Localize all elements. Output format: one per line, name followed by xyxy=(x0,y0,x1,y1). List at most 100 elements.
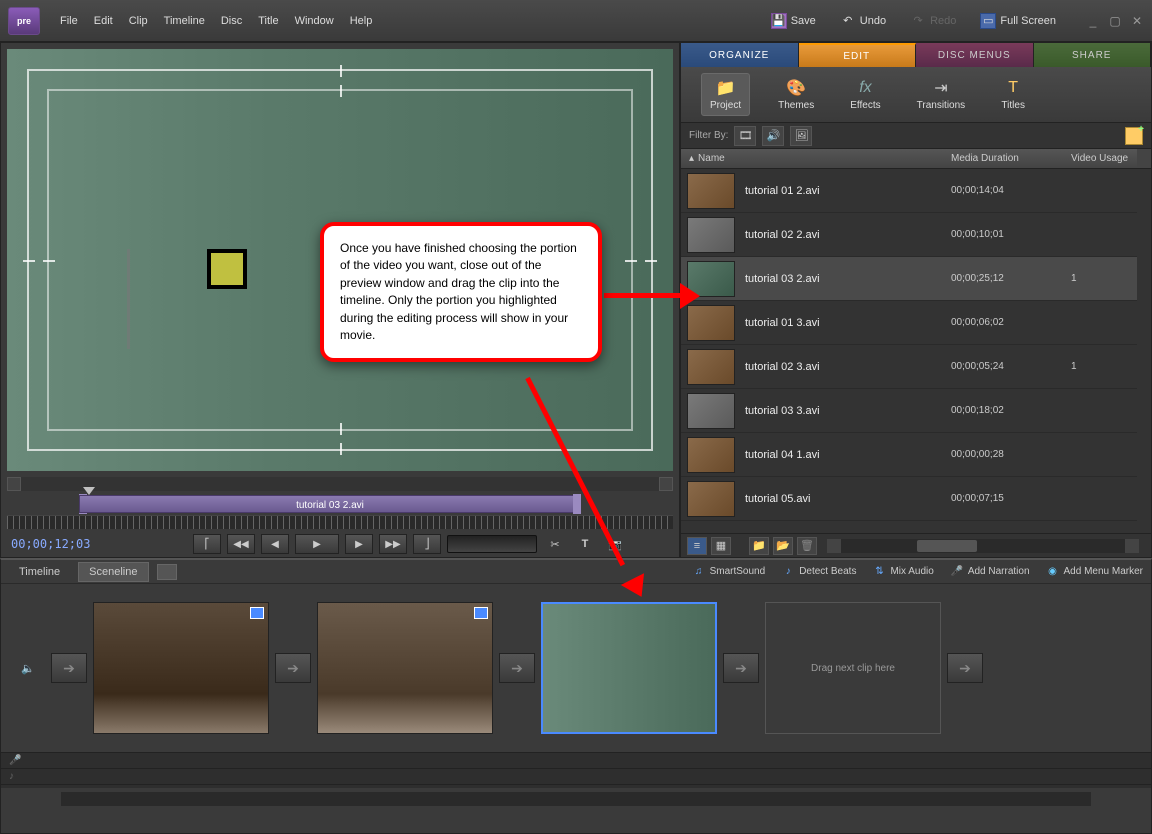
clip-row[interactable]: tutorial 01 2.avi00;00;14;04 xyxy=(681,169,1137,213)
clip-row[interactable]: tutorial 01 3.avi00;00;06;02 xyxy=(681,301,1137,345)
sort-asc-icon: ▴ xyxy=(689,153,694,164)
tab-disc-menus[interactable]: DISC MENUS xyxy=(916,43,1034,67)
scroll-thumb[interactable] xyxy=(917,540,977,552)
project-tool[interactable]: 📁 Project xyxy=(701,73,750,116)
minimize-button[interactable]: _ xyxy=(1086,14,1100,28)
menu-timeline[interactable]: Timeline xyxy=(164,15,205,27)
col-duration-header[interactable]: Media Duration xyxy=(951,153,1071,164)
menu-edit[interactable]: Edit xyxy=(94,15,113,27)
clip-list-vscroll[interactable] xyxy=(1137,169,1151,533)
narration-track[interactable]: 🎤 xyxy=(1,753,1151,769)
scene-clip-2[interactable] xyxy=(317,602,493,734)
transition-slot[interactable]: ➔ xyxy=(275,653,311,683)
maximize-button[interactable]: ▢ xyxy=(1108,14,1122,28)
close-button[interactable]: ✕ xyxy=(1130,14,1144,28)
trim-region[interactable]: tutorial 03 2.avi xyxy=(79,495,581,513)
undo-button[interactable]: ↶ Undo xyxy=(834,9,892,33)
transition-slot[interactable]: ➔ xyxy=(723,653,759,683)
new-item-button[interactable] xyxy=(1125,127,1143,145)
tab-sceneline[interactable]: Sceneline xyxy=(78,562,148,582)
clip-type-icon xyxy=(250,607,264,619)
menu-window[interactable]: Window xyxy=(295,15,334,27)
menu-disc[interactable]: Disc xyxy=(221,15,242,27)
titles-label: Titles xyxy=(1001,100,1025,111)
tab-organize[interactable]: ORGANIZE xyxy=(681,43,799,67)
effects-tool[interactable]: fx Effects xyxy=(842,74,888,115)
detect-beats-button[interactable]: ♪ Detect Beats xyxy=(781,565,856,579)
new-folder-button[interactable]: 📁 xyxy=(749,537,769,555)
trim-bar[interactable]: tutorial 03 2.avi xyxy=(7,493,673,515)
tab-share[interactable]: SHARE xyxy=(1034,43,1152,67)
goto-out-button[interactable]: ⎦ xyxy=(413,534,441,554)
open-folder-button[interactable]: 📂 xyxy=(773,537,793,555)
tab-timeline[interactable]: Timeline xyxy=(9,563,70,581)
list-view-button[interactable]: ≡ xyxy=(687,537,707,555)
transition-slot[interactable]: ➔ xyxy=(51,653,87,683)
split-clip-button[interactable]: ✂ xyxy=(543,534,567,554)
mix-audio-button[interactable]: ⇅ Mix Audio xyxy=(872,565,933,579)
view-options-button[interactable] xyxy=(157,564,177,580)
scene-thumb xyxy=(543,604,715,732)
titles-icon: T xyxy=(1001,78,1025,98)
speaker-mute-icon[interactable]: 🔈 xyxy=(21,662,45,675)
clip-row[interactable]: tutorial 03 2.avi00;00;25;121 xyxy=(681,257,1137,301)
clip-row[interactable]: tutorial 02 3.avi00;00;05;241 xyxy=(681,345,1137,389)
step-forward-button[interactable]: ▶ xyxy=(345,534,373,554)
themes-tool[interactable]: 🎨 Themes xyxy=(770,74,822,115)
scene-clip-1[interactable] xyxy=(93,602,269,734)
col-name-header[interactable]: ▴Name xyxy=(681,153,911,164)
fullscreen-button[interactable]: ▭ Full Screen xyxy=(974,9,1062,33)
scroll-left-button[interactable] xyxy=(7,477,21,491)
play-button[interactable]: ▶ xyxy=(295,534,339,554)
menu-help[interactable]: Help xyxy=(350,15,373,27)
clip-row[interactable]: tutorial 02 2.avi00;00;10;01 xyxy=(681,213,1137,257)
scroll-right-button[interactable] xyxy=(1125,539,1139,553)
jog-shuttle[interactable] xyxy=(447,535,537,553)
menu-file[interactable]: File xyxy=(60,15,78,27)
clip-row[interactable]: tutorial 05.avi00;00;07;15 xyxy=(681,477,1137,521)
add-narration-button[interactable]: 🎤 Add Narration xyxy=(950,565,1030,579)
save-button[interactable]: 💾 Save xyxy=(765,9,822,33)
rewind-button[interactable]: ◀◀ xyxy=(227,534,255,554)
transition-slot[interactable]: ➔ xyxy=(947,653,983,683)
soundtrack-track[interactable]: ♪ xyxy=(1,769,1151,785)
filter-video-button[interactable]: 🎞 xyxy=(734,126,756,146)
undo-label: Undo xyxy=(860,15,886,27)
clip-row[interactable]: tutorial 04 1.avi00;00;00;28 xyxy=(681,433,1137,477)
timecode-display[interactable]: 00;00;12;03 xyxy=(7,537,187,551)
add-menu-marker-button[interactable]: ◉ Add Menu Marker xyxy=(1046,565,1143,579)
filter-still-button[interactable]: 🖼 xyxy=(790,126,812,146)
time-ruler[interactable] xyxy=(7,515,673,529)
clip-list[interactable]: tutorial 01 2.avi00;00;14;04tutorial 02 … xyxy=(681,169,1137,533)
sceneline-panel: Timeline Sceneline ♫ SmartSound ♪ Detect… xyxy=(0,558,1152,834)
scene-clip-3[interactable] xyxy=(541,602,717,734)
add-text-button[interactable]: T xyxy=(573,534,597,554)
goto-in-button[interactable]: ⎡ xyxy=(193,534,221,554)
col-usage-header[interactable]: Video Usage xyxy=(1071,153,1137,164)
menu-clip[interactable]: Clip xyxy=(129,15,148,27)
tutorial-callout: Once you have finished choosing the port… xyxy=(320,222,602,362)
smartsound-button[interactable]: ♫ SmartSound xyxy=(692,565,766,579)
scene-dropzone[interactable]: Drag next clip here xyxy=(765,602,941,734)
project-label: Project xyxy=(710,100,741,111)
scroll-left-button[interactable] xyxy=(827,539,841,553)
preview-hscroll[interactable] xyxy=(7,477,673,491)
delete-button[interactable]: 🗑 xyxy=(797,537,817,555)
step-back-button[interactable]: ◀ xyxy=(261,534,289,554)
save-icon: 💾 xyxy=(771,13,787,29)
clip-name: tutorial 05.avi xyxy=(745,493,911,505)
transitions-tool[interactable]: ⇥ Transitions xyxy=(909,74,974,115)
transition-slot[interactable]: ➔ xyxy=(499,653,535,683)
sceneline-hscroll[interactable] xyxy=(61,792,1091,806)
filter-audio-button[interactable]: 🔊 xyxy=(762,126,784,146)
tab-edit[interactable]: EDIT xyxy=(799,43,917,67)
out-point-handle[interactable] xyxy=(573,494,581,514)
scroll-right-button[interactable] xyxy=(659,477,673,491)
clip-row[interactable]: tutorial 03 3.avi00;00;18;02 xyxy=(681,389,1137,433)
redo-button[interactable]: ↷ Redo xyxy=(904,9,962,33)
project-hscroll[interactable] xyxy=(827,539,1139,553)
menu-title[interactable]: Title xyxy=(258,15,278,27)
titles-tool[interactable]: T Titles xyxy=(993,74,1033,115)
icon-view-button[interactable]: ▦ xyxy=(711,537,731,555)
fast-forward-button[interactable]: ▶▶ xyxy=(379,534,407,554)
